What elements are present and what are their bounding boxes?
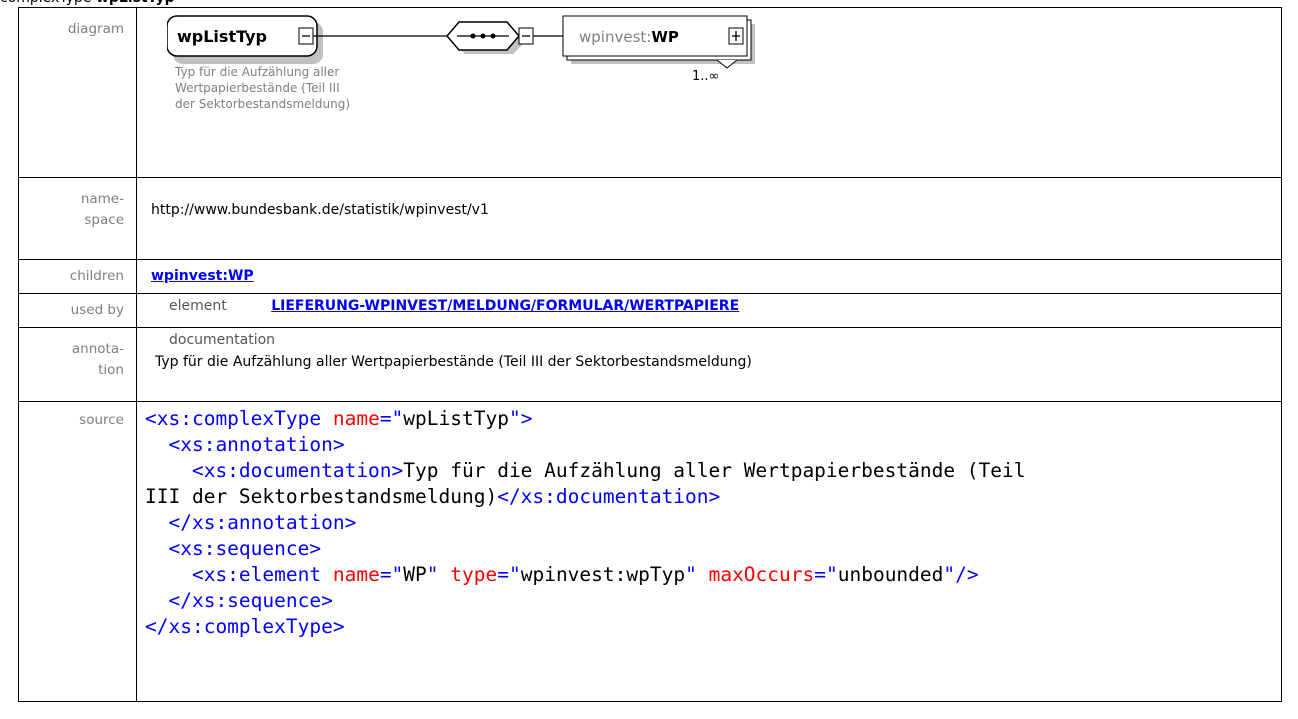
source-token: maxOccurs xyxy=(696,563,815,586)
used-by-link[interactable]: LIEFERUNG-WPINVEST/MELDUNG/FORMULAR/WERT… xyxy=(271,298,739,314)
type-box-name: wpListTyp xyxy=(177,27,267,46)
annotation-text: Typ für die Aufzählung aller Wertpapierb… xyxy=(155,354,752,370)
children-row: children wpinvest:WP xyxy=(18,259,1282,294)
child-link-wp[interactable]: wpinvest:WP xyxy=(151,268,254,284)
source-token: </xs:complexType> xyxy=(145,615,345,638)
annotation-heading: documentation xyxy=(169,332,276,348)
source-token: =" xyxy=(497,563,521,586)
source-token: =" xyxy=(379,407,404,430)
source-token: name xyxy=(321,407,380,430)
children-label: children xyxy=(18,259,137,294)
source-token: </xs:documentation> xyxy=(497,485,721,508)
schema-diagram: wpListTyp wpinvest:WP 1..∞ Typ für die A… xyxy=(167,15,755,111)
source-token: <xs:sequence> xyxy=(145,537,322,560)
diagram-cell: wpListTyp wpinvest:WP 1..∞ Typ für die A… xyxy=(136,7,1282,178)
source-token: </xs:annotation> xyxy=(145,511,357,534)
element-name: WP xyxy=(651,28,679,46)
page-header: complexType wpListTyp xyxy=(0,0,175,6)
text-fragment: Wertpapierbestände (Teil III xyxy=(175,81,340,95)
source-token: "> xyxy=(508,407,533,430)
source-row: source <xs:complexType name="wpListTyp">… xyxy=(18,401,1282,702)
source-token: <xs:element xyxy=(145,563,322,586)
source-token: =" xyxy=(814,563,838,586)
text-fragment: Typ für die Aufzählung aller xyxy=(174,65,339,79)
diagram-row: diagram wpListTyp wpinvest:WP 1..∞ Typ f… xyxy=(18,7,1282,178)
text-fragment: tion xyxy=(98,362,124,378)
text-fragment: annota- xyxy=(71,341,124,357)
annotation-row: annota-tion documentation Typ für die Au… xyxy=(18,327,1282,402)
diagram-label: diagram xyxy=(18,7,137,178)
element-box-label: wpinvest:WP xyxy=(579,28,679,46)
used-by-label: used by xyxy=(18,293,137,328)
text-fragment: der Sektorbestandsmeldung) xyxy=(175,97,350,111)
header-name: wpListTyp xyxy=(96,0,175,6)
annotation-cell: documentation Typ für die Aufzählung all… xyxy=(136,327,1282,402)
source-token: <xs:complexType xyxy=(145,407,322,430)
used-by-cell: element LIEFERUNG-WPINVEST/MELDUNG/FORMU… xyxy=(136,293,1282,328)
source-token: <xs:documentation> xyxy=(145,459,404,482)
source-token: " xyxy=(426,563,439,586)
source-token: WP xyxy=(403,563,427,586)
text-fragment: name- xyxy=(80,191,124,207)
source-token: wpinvest:wpTyp xyxy=(520,563,686,586)
namespace-cell: http://www.bundesbank.de/statistik/wpinv… xyxy=(136,177,1282,260)
text-fragment: space xyxy=(84,212,124,228)
source-token: "/> xyxy=(943,563,979,586)
header-prefix: complexType xyxy=(0,0,92,6)
source-token: <xs:annotation> xyxy=(145,433,345,456)
children-cell: wpinvest:WP xyxy=(136,259,1282,294)
namespace-value: http://www.bundesbank.de/statistik/wpinv… xyxy=(151,202,489,218)
occurrence-label: 1..∞ xyxy=(692,69,719,84)
annotation-label: annota-tion xyxy=(18,327,137,402)
source-token: =" xyxy=(379,563,404,586)
namespace-row: name-space http://www.bundesbank.de/stat… xyxy=(18,177,1282,260)
source-code: <xs:complexType name="wpListTyp"> <xs:an… xyxy=(145,402,1281,640)
source-label: source xyxy=(18,401,137,702)
source-token: name xyxy=(321,563,380,586)
used-by-row: used by element LIEFERUNG-WPINVEST/MELDU… xyxy=(18,293,1282,328)
source-token: " xyxy=(685,563,697,586)
source-cell: <xs:complexType name="wpListTyp"> <xs:an… xyxy=(136,401,1282,702)
source-token: wpListTyp xyxy=(403,407,509,430)
type-description: Typ für die Aufzählung aller Wertpapierb… xyxy=(174,65,350,111)
source-token: Typ für die Aufzählung aller Wertpapierb… xyxy=(403,459,1026,482)
source-token: III der Sektorbestandsmeldung) xyxy=(145,485,498,508)
source-token: type xyxy=(438,563,498,586)
element-prefix: wpinvest: xyxy=(579,28,651,46)
properties-table: diagram wpListTyp wpinvest:WP 1..∞ Typ f… xyxy=(18,7,1282,702)
used-by-kind: element xyxy=(169,298,227,314)
source-token: </xs:sequence> xyxy=(145,589,333,612)
namespace-label: name-space xyxy=(18,177,137,260)
source-token: unbounded xyxy=(837,563,944,586)
